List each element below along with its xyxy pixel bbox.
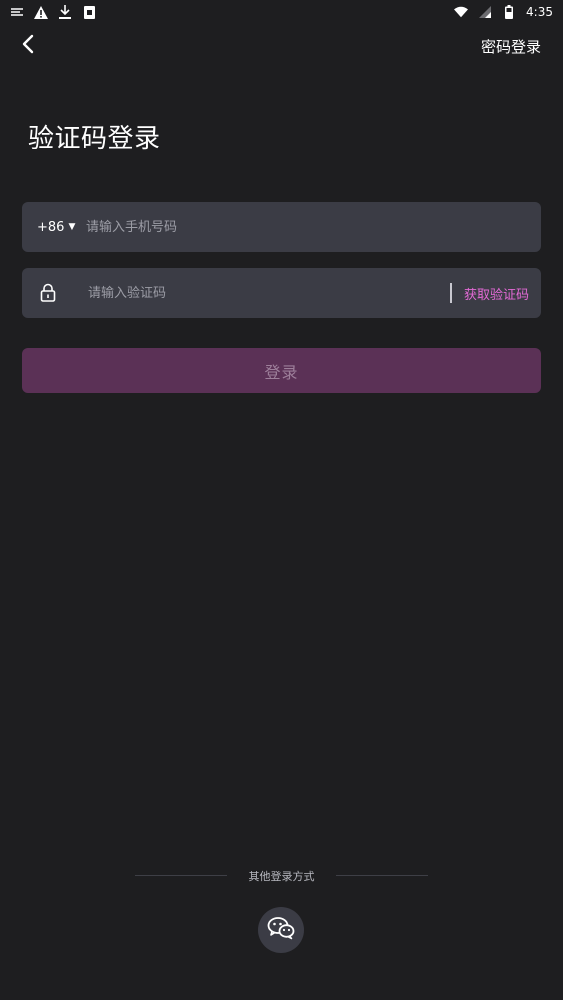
page-title: 验证码登录: [28, 124, 161, 154]
wifi-icon: [454, 5, 469, 19]
verification-code-field: 获取验证码: [22, 268, 541, 318]
phone-field: +86 ▼: [22, 202, 541, 252]
chevron-left-icon: [22, 34, 34, 58]
divider-right: [336, 875, 428, 876]
verification-code-input[interactable]: [88, 268, 438, 318]
warning-icon: [34, 5, 48, 19]
lock-icon: [39, 283, 57, 303]
battery-icon: [502, 5, 516, 19]
status-left-icons: [10, 5, 96, 19]
status-time: 4:35: [526, 5, 553, 19]
caret-down-icon: ▼: [68, 222, 76, 232]
country-code-selector[interactable]: +86 ▼: [37, 202, 75, 252]
message-icon: [10, 5, 24, 19]
top-bar: 密码登录: [0, 28, 563, 64]
signal-icon: [478, 5, 492, 19]
code-divider: [450, 283, 452, 303]
wechat-login-button[interactable]: [258, 907, 304, 953]
phone-input[interactable]: [86, 202, 516, 252]
password-login-link[interactable]: 密码登录: [481, 36, 541, 57]
app-notification-icon: [82, 5, 96, 19]
back-button[interactable]: [14, 32, 42, 60]
status-bar: 4:35: [0, 0, 563, 24]
status-right-icons: 4:35: [454, 5, 553, 19]
download-icon: [58, 5, 72, 19]
country-code-value: +86: [37, 219, 65, 235]
login-button[interactable]: 登录: [22, 348, 541, 393]
other-login-section: 其他登录方式: [0, 866, 563, 886]
other-login-label: 其他登录方式: [248, 870, 315, 883]
get-code-button[interactable]: 获取验证码: [464, 268, 529, 318]
wechat-icon: [267, 916, 295, 944]
